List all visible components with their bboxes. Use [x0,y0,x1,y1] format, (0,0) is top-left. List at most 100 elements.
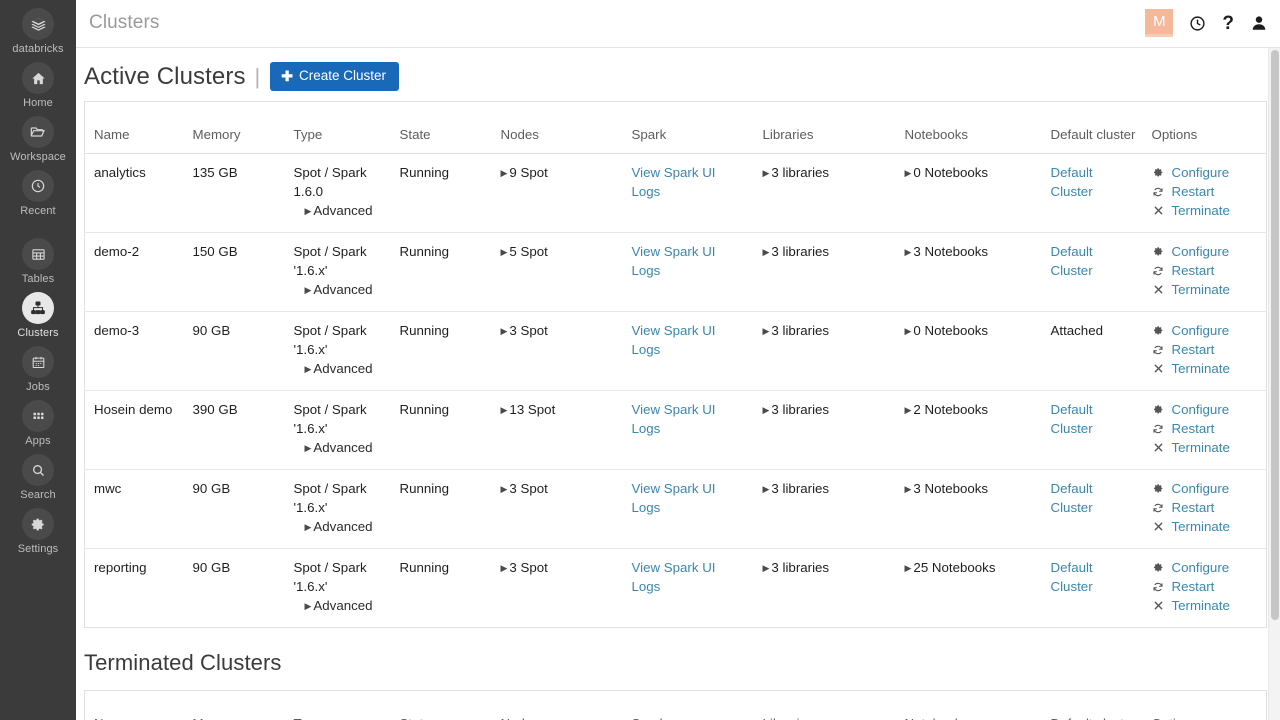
configure-action[interactable]: Configure [1152,479,1261,498]
logs-link[interactable]: Logs [632,577,748,596]
configure-action[interactable]: Configure [1152,400,1261,419]
cell-nodes[interactable]: ▶ 9 Spot [491,153,623,233]
column-header-default-cluster[interactable]: Default cluster [1041,690,1143,720]
column-header-libraries[interactable]: Libraries [753,101,896,154]
column-header-notebooks[interactable]: Notebooks [895,690,1042,720]
cell-libraries[interactable]: ▶ 3 libraries [754,549,896,628]
column-header-name[interactable]: Name [84,101,184,154]
logs-link[interactable]: Logs [632,261,748,280]
triangle-right-icon: ▶ [304,443,312,453]
cell-libraries[interactable]: ▶ 3 libraries [753,232,896,312]
column-header-options[interactable]: Options [1142,101,1267,154]
create-cluster-button[interactable]: ✚ Create Cluster [270,62,400,91]
cell-notebooks[interactable]: ▶ 0 Notebooks [895,311,1042,391]
default-cluster-link[interactable]: Default Cluster [1051,163,1137,201]
view-spark-ui-link[interactable]: View Spark UI [632,163,748,182]
restart-action[interactable]: Restart [1152,182,1261,201]
column-header-type[interactable]: Type [284,101,391,154]
advanced-toggle[interactable]: ▶ Advanced [305,201,385,222]
configure-action[interactable]: Configure [1152,321,1261,340]
cell-nodes[interactable]: ▶ 3 Spot [492,549,623,628]
column-header-spark[interactable]: Spark [622,690,754,720]
clock-icon[interactable] [1189,15,1206,32]
cell-notebooks[interactable]: ▶ 3 Notebooks [895,469,1042,549]
view-spark-ui-link[interactable]: View Spark UI [632,321,748,340]
column-header-name[interactable]: Name [84,690,184,720]
advanced-toggle[interactable]: ▶ Advanced [305,438,385,459]
default-cluster-link[interactable]: Default Cluster [1051,400,1137,438]
cell-notebooks[interactable]: ▶ 2 Notebooks [895,390,1042,470]
user-profile-icon[interactable] [1250,14,1268,32]
cell-spark: View Spark UI Logs [622,311,754,391]
cell-notebooks[interactable]: ▶ 25 Notebooks [896,549,1042,628]
cell-libraries[interactable]: ▶ 3 libraries [753,311,896,391]
restart-action[interactable]: Restart [1152,577,1261,596]
advanced-toggle[interactable]: ▶ Advanced [305,280,385,301]
logs-link[interactable]: Logs [632,498,748,517]
advanced-toggle[interactable]: ▶ Advanced [305,517,385,538]
terminate-action[interactable]: Terminate [1152,438,1261,457]
terminate-action[interactable]: Terminate [1152,201,1261,220]
sidebar-item-workspace[interactable]: Workspace [0,116,76,164]
view-spark-ui-link[interactable]: View Spark UI [632,558,748,577]
column-header-nodes[interactable]: Nodes [491,690,623,720]
cell-notebooks[interactable]: ▶ 3 Notebooks [895,232,1042,312]
column-header-spark[interactable]: Spark [622,101,754,154]
column-header-state[interactable]: State [390,101,492,154]
sidebar-item-search[interactable]: Search [0,454,76,502]
default-cluster-link[interactable]: Default Cluster [1051,479,1137,517]
cell-libraries[interactable]: ▶ 3 libraries [753,390,896,470]
sidebar-item-databricks[interactable]: databricks [0,8,76,56]
logs-link[interactable]: Logs [632,182,748,201]
cell-nodes[interactable]: ▶ 13 Spot [491,390,623,470]
question-mark-icon[interactable]: ? [1222,14,1234,33]
column-header-memory[interactable]: Memory [183,690,285,720]
restart-action[interactable]: Restart [1152,261,1261,280]
breadcrumb[interactable]: Clusters [89,12,159,34]
terminate-action[interactable]: Terminate [1152,280,1261,299]
advanced-toggle[interactable]: ▶ Advanced [305,596,385,617]
column-header-type[interactable]: Type [284,690,391,720]
column-header-notebooks[interactable]: Notebooks [895,101,1042,154]
logs-link[interactable]: Logs [632,419,748,438]
sidebar-item-jobs[interactable]: Jobs [0,346,76,394]
terminate-action[interactable]: Terminate [1152,517,1261,536]
cell-memory: 90 GB [192,560,231,575]
configure-action[interactable]: Configure [1152,163,1261,182]
column-header-default-cluster[interactable]: Default cluster [1041,101,1143,154]
cell-nodes[interactable]: ▶ 3 Spot [491,311,623,391]
view-spark-ui-link[interactable]: View Spark UI [632,400,748,419]
sidebar-item-clusters[interactable]: Clusters [0,292,76,340]
restart-action[interactable]: Restart [1152,340,1261,359]
vertical-scrollbar[interactable] [1268,48,1280,720]
scrollbar-thumb[interactable] [1271,50,1279,620]
cell-libraries[interactable]: ▶ 3 libraries [753,153,896,233]
configure-action[interactable]: Configure [1152,558,1261,577]
cell-nodes[interactable]: ▶ 3 Spot [491,469,623,549]
default-cluster-link[interactable]: Default Cluster [1051,242,1137,280]
terminate-action[interactable]: Terminate [1152,596,1261,615]
restart-action[interactable]: Restart [1152,498,1261,517]
restart-action[interactable]: Restart [1152,419,1261,438]
view-spark-ui-link[interactable]: View Spark UI [632,242,748,261]
sidebar-item-settings[interactable]: Settings [0,508,76,556]
cell-nodes[interactable]: ▶ 5 Spot [491,232,623,312]
avatar[interactable]: M [1145,9,1174,37]
column-header-libraries[interactable]: Libraries [753,690,896,720]
column-header-memory[interactable]: Memory [183,101,285,154]
view-spark-ui-link[interactable]: View Spark UI [632,479,748,498]
column-header-nodes[interactable]: Nodes [491,101,623,154]
cell-libraries[interactable]: ▶ 3 libraries [753,469,896,549]
terminate-action[interactable]: Terminate [1152,359,1261,378]
sidebar-item-home[interactable]: Home [0,62,76,110]
sidebar-item-apps[interactable]: Apps [0,400,76,448]
default-cluster-link[interactable]: Default Cluster [1051,558,1137,596]
column-header-state[interactable]: State [390,690,492,720]
logs-link[interactable]: Logs [632,340,748,359]
advanced-toggle[interactable]: ▶ Advanced [305,359,385,380]
sidebar-item-tables[interactable]: Tables [0,238,76,286]
column-header-options[interactable]: Options [1142,690,1267,720]
configure-action[interactable]: Configure [1152,242,1261,261]
sidebar-item-recent[interactable]: Recent [0,170,76,218]
cell-notebooks[interactable]: ▶ 0 Notebooks [895,153,1042,233]
